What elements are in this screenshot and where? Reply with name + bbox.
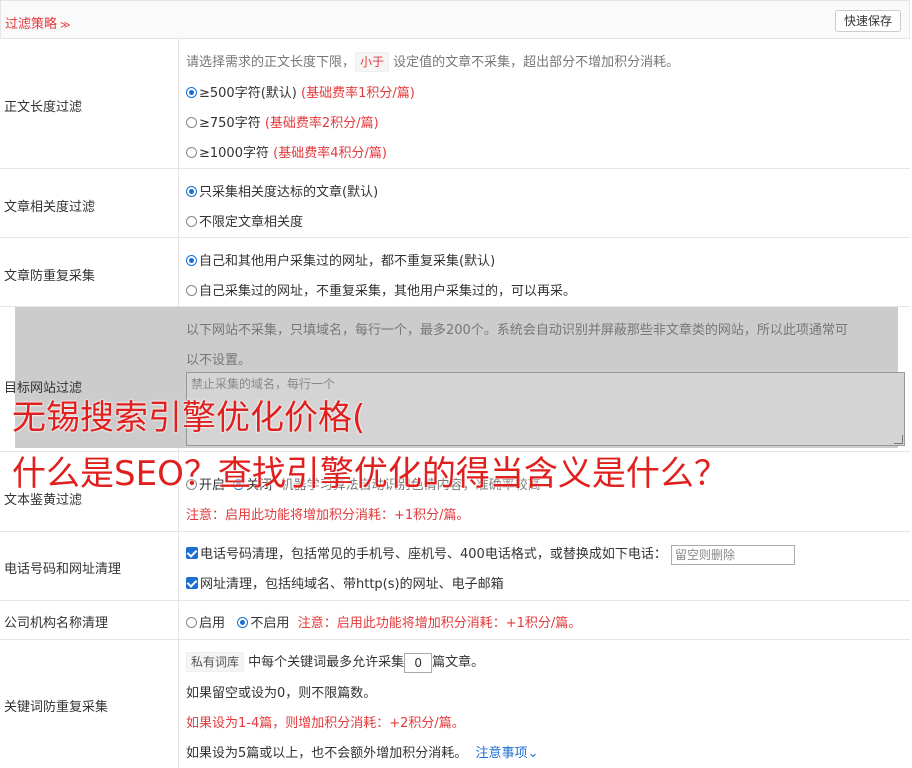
- private-dict-tag[interactable]: 私有词库: [186, 652, 245, 672]
- radio-icon[interactable]: [186, 87, 197, 98]
- radio-icon[interactable]: [186, 117, 197, 128]
- relevance-filter-label: 文章相关度过滤: [4, 200, 96, 215]
- radio-icon[interactable]: [186, 147, 197, 158]
- notes-link[interactable]: 注意事项⌄: [476, 746, 539, 761]
- radio-icon[interactable]: [237, 617, 249, 628]
- company-filter-warning: 注意：启用此功能将增加积分消耗：+1积分/篇。: [297, 616, 582, 631]
- keyword-count-input[interactable]: 0: [404, 652, 433, 673]
- radio-icon[interactable]: [186, 617, 197, 628]
- phone-filter-label: 电话号码和网址清理: [4, 562, 122, 577]
- chevron-down-icon: ⌄: [527, 746, 539, 761]
- checkbox-icon[interactable]: [186, 547, 198, 559]
- porn-filter-warning: 注意：启用此功能将增加积分消耗：+1积分/篇。: [186, 508, 470, 523]
- radio-icon[interactable]: [186, 285, 197, 296]
- radio-icon[interactable]: [186, 216, 197, 227]
- keyword-line-2: 如果留空或设为0，则不限篇数。: [186, 686, 377, 701]
- keyword-line-4: 如果设为5篇或以上，也不会额外增加积分消耗。 注意事项⌄: [186, 746, 539, 761]
- url-clean-option[interactable]: 网址清理，包括纯域名、带http(s)的网址、电子邮箱: [186, 573, 504, 592]
- company-filter-options: 启用 不启用 注意：启用此功能将增加积分消耗：+1积分/篇。: [186, 612, 581, 631]
- company-filter-label: 公司机构名称清理: [4, 616, 109, 631]
- resize-handle[interactable]: [894, 435, 903, 444]
- article-headline-line-1: 无锡搜索引擎优化价格(: [12, 398, 366, 438]
- relevance-option-1[interactable]: 只采集相关度达标的文章(默认): [186, 181, 378, 200]
- article-headline-line-2: 什么是SEO？查找引擎优化的得当含义是什么？: [12, 454, 728, 494]
- company-off-option[interactable]: 不启用: [237, 616, 289, 631]
- checkbox-icon[interactable]: [186, 577, 198, 589]
- dup-option-2[interactable]: 自己采集过的网址，不重复采集，其他用户采集过的，可以再采。: [186, 280, 576, 299]
- less-than-tag: 小于: [355, 52, 390, 72]
- length-option-1000[interactable]: ≥1000字符 (基础费率4积分/篇): [186, 142, 387, 161]
- radio-icon[interactable]: [186, 186, 197, 197]
- chevron-down-icon: ≫: [60, 20, 71, 31]
- company-on-option[interactable]: 启用: [186, 616, 225, 631]
- length-filter-label: 正文长度过滤: [4, 100, 83, 115]
- quick-save-button[interactable]: 快速保存: [834, 10, 901, 32]
- keyword-limit-line: 私有词库 中每个关键词最多允许采集 0 篇文章。: [186, 651, 484, 673]
- dup-filter-label: 文章防重复采集: [4, 269, 96, 284]
- length-filter-desc: 请选择需求的正文长度下限， 小于 设定值的文章不采集，超出部分不增加积分消耗。: [186, 51, 679, 72]
- length-option-500[interactable]: ≥500字符(默认) (基础费率1积分/篇): [186, 82, 415, 101]
- dup-option-1[interactable]: 自己和其他用户采集过的网址，都不重复采集(默认): [186, 250, 495, 269]
- length-option-750[interactable]: ≥750字符 (基础费率2积分/篇): [186, 112, 379, 131]
- phone-clean-option[interactable]: 电话号码清理，包括常见的手机号、座机号、400电话格式，或替换成如下电话： 留空…: [186, 543, 795, 565]
- keyword-line-3: 如果设为1-4篇，则增加积分消耗：+2积分/篇。: [186, 716, 465, 731]
- filter-header: 过滤策略 ≫ 快速保存: [0, 0, 910, 39]
- site-filter-desc-2: 以不设置。: [186, 353, 252, 368]
- keyword-filter-label: 关键词防重复采集: [4, 700, 109, 715]
- radio-icon[interactable]: [186, 255, 197, 266]
- relevance-option-2[interactable]: 不限定文章相关度: [186, 211, 303, 230]
- filter-strategy-title[interactable]: 过滤策略 ≫: [5, 13, 70, 32]
- site-filter-desc-1: 以下网站不采集，只填域名，每行一个，最多200个。系统会自动识别并屏蔽那些非文章…: [186, 323, 848, 338]
- replacement-phone-input[interactable]: 留空则删除: [670, 544, 795, 565]
